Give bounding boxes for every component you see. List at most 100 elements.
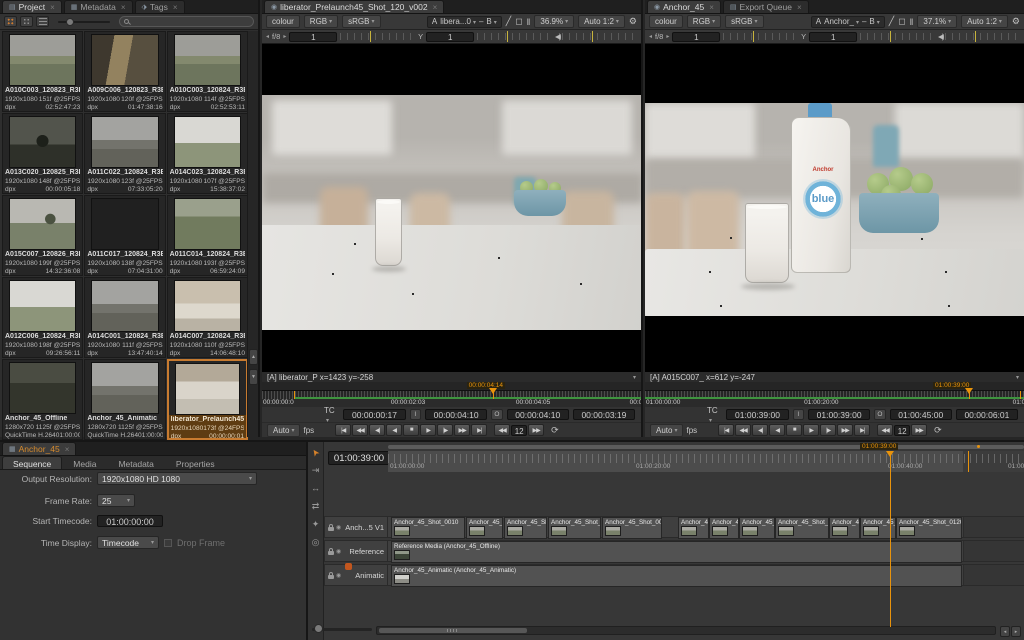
- goto-end-button[interactable]: ▶|: [854, 424, 870, 436]
- lut-select[interactable]: sRGB▾: [725, 15, 763, 28]
- channel-select[interactable]: RGB▾: [304, 15, 338, 28]
- tab-tags[interactable]: ⬗ Tags ×: [135, 0, 185, 13]
- viewer2-scrub-bar[interactable]: 01:00:39:00 01:00:00:00 01:00:20:00 01:0…: [645, 382, 1024, 407]
- razor-tool-icon[interactable]: ✦: [312, 520, 320, 529]
- lut-select[interactable]: sRGB▾: [342, 15, 380, 28]
- roi-icon[interactable]: ◻: [898, 16, 905, 27]
- volume-slider[interactable]: [562, 33, 637, 40]
- slip-tool-icon[interactable]: ↔: [311, 484, 320, 493]
- volume-slider[interactable]: [945, 33, 1020, 40]
- playhead-handle[interactable]: [489, 388, 497, 394]
- next-edit-button[interactable]: ▶▶: [454, 424, 470, 436]
- viewer1-tab[interactable]: ◉ liberator_Prelaunch45_Shot_120_v002 ×: [264, 0, 444, 13]
- play-forward-button[interactable]: ▶: [803, 424, 819, 436]
- viewer2-tab[interactable]: ◉ Anchor_45 ×: [647, 0, 721, 13]
- prev-edit-button[interactable]: ◀◀: [352, 424, 368, 436]
- close-icon[interactable]: ×: [121, 3, 126, 12]
- timeline-clip[interactable]: Anchor_45_Shot: [504, 517, 547, 539]
- in-timecode-field[interactable]: 01:00:39:00: [808, 409, 870, 420]
- proxy-select[interactable]: Auto 1:2▾: [961, 15, 1008, 28]
- timeline-clip[interactable]: Reference Media (Anchor_45_Offline): [391, 541, 962, 563]
- zoom-level-select[interactable]: 36.9%▾: [534, 15, 574, 28]
- stop-button[interactable]: ■: [403, 424, 419, 436]
- playback-mode-icon[interactable]: ⟳: [934, 425, 942, 436]
- bin-clip[interactable]: A011C014_120824_R3BR1920x1080193f @25FPS…: [167, 195, 248, 276]
- out-timecode-field[interactable]: 00:00:04:10: [507, 409, 569, 420]
- set-out-button[interactable]: O: [491, 409, 502, 420]
- track-header-reference[interactable]: ◉Reference: [324, 540, 388, 562]
- gain-input[interactable]: 1: [672, 32, 720, 42]
- skip-frames-field[interactable]: 12: [894, 425, 910, 436]
- roi-icon[interactable]: ◻: [515, 16, 522, 27]
- search-input[interactable]: [132, 17, 249, 26]
- current-timecode-field[interactable]: 01:00:39:00: [726, 409, 788, 420]
- goto-start-button[interactable]: |◀: [335, 424, 351, 436]
- thumbnail-view-button[interactable]: [4, 16, 17, 27]
- gear-icon[interactable]: ⚙: [1012, 16, 1020, 27]
- list-view-button[interactable]: [36, 16, 49, 27]
- timeline-horizontal-scrollbar[interactable]: [376, 626, 996, 635]
- track-header-anch-5-v1[interactable]: ◉Anch...5 V1: [324, 516, 388, 538]
- close-icon[interactable]: ×: [433, 3, 438, 12]
- timeline-clip[interactable]: Anchor_45_Shot_00: [548, 517, 601, 539]
- viewer2-info-bar[interactable]: [A] A015C007_ x=612 y=-247 ▾: [645, 371, 1024, 382]
- play-forward-button[interactable]: ▶: [420, 424, 436, 436]
- track-lane[interactable]: Anchor_45_Shot_0010Anchor_45_ShAnchor_45…: [388, 516, 1024, 538]
- in-timecode-field[interactable]: 00:00:04:10: [425, 409, 487, 420]
- timeline-clip[interactable]: Anchor_45_Shot_0120: [896, 517, 962, 539]
- timeline-current-timecode[interactable]: 01:00:39:00: [328, 451, 390, 465]
- tab-metadata[interactable]: ▦ Metadata ×: [64, 0, 133, 13]
- proxy-select[interactable]: Auto 1:2▾: [578, 15, 625, 28]
- out-timecode-field[interactable]: 01:00:45:00: [890, 409, 952, 420]
- gain-input[interactable]: 1: [289, 32, 337, 42]
- timeline-marker[interactable]: [968, 451, 969, 472]
- scroll-right-button[interactable]: ▸: [1011, 626, 1021, 637]
- skip-frames-field[interactable]: 12: [511, 425, 527, 436]
- a-buffer-select[interactable]: Anchor_▾: [824, 17, 859, 26]
- timeline-clip[interactable]: Anchor_45_Shot_0050: [602, 517, 662, 539]
- bin-clip[interactable]: Anchor_45_Animatic1280x7201125f @25FPSQu…: [84, 359, 165, 440]
- tab-metadata[interactable]: Metadata: [107, 456, 164, 469]
- lock-icon[interactable]: [328, 575, 334, 579]
- bin-clip[interactable]: A011C017_120824_R3BR1920x1080138f @25FPS…: [84, 195, 165, 276]
- gain-slider[interactable]: [340, 33, 415, 40]
- timeline-clip[interactable]: Anchor_45_S: [739, 517, 775, 539]
- bin-search[interactable]: [119, 16, 254, 27]
- bin-clip[interactable]: A013C020_120825_R3BR1920x1080148f @25FPS…: [2, 113, 83, 194]
- frame-rate-select[interactable]: 25▾: [97, 494, 135, 507]
- lock-icon[interactable]: [328, 551, 334, 555]
- track-enable-icon[interactable]: ◉: [336, 548, 341, 555]
- step-back-button[interactable]: ◀|: [369, 424, 385, 436]
- timeline-playhead[interactable]: [890, 451, 891, 627]
- track-lane[interactable]: Anchor_45_Animatic (Anchor_45_Animatic): [388, 564, 1024, 586]
- speaker-icon[interactable]: ◀): [938, 32, 942, 41]
- timeline-playhead-handle[interactable]: [886, 451, 894, 457]
- bin-clip[interactable]: Anchor_45_Offline1280x7201125f @25FPSQui…: [2, 359, 83, 440]
- tab-project[interactable]: ▤ Project ×: [2, 0, 62, 13]
- pause-refresh-icon[interactable]: ‖: [910, 17, 914, 27]
- bin-clip[interactable]: A010C003_120824_R3BR1920x1080114f @25FPS…: [167, 31, 248, 112]
- a-buffer-select[interactable]: libera...0▾: [440, 17, 476, 26]
- viewer1-info-bar[interactable]: [A] liberator_P x=1423 y=-258 ▾: [262, 371, 641, 382]
- output-resolution-select[interactable]: 1920x1080 HD 1080▾: [97, 472, 257, 485]
- playhead-handle[interactable]: [965, 388, 973, 394]
- scroll-left-button[interactable]: ◂: [1000, 626, 1010, 637]
- goto-end-button[interactable]: ▶|: [471, 424, 487, 436]
- thumbnail-size-slider[interactable]: [58, 21, 110, 23]
- tab-media[interactable]: Media: [62, 456, 107, 469]
- select-track-tool-icon[interactable]: ⇥: [312, 466, 320, 475]
- prev-edit-button[interactable]: ◀◀: [735, 424, 751, 436]
- skip-forward-button[interactable]: ▶▶: [528, 424, 544, 436]
- track-enable-icon[interactable]: ◉: [336, 524, 341, 531]
- scrub-strip[interactable]: [262, 390, 641, 399]
- wipe-tool-icon[interactable]: ╱: [889, 16, 894, 27]
- viewer2-canvas[interactable]: blue Anchor: [645, 44, 1024, 371]
- track-header-animatic[interactable]: ◉Animatic: [324, 564, 388, 586]
- gamma-input[interactable]: 1: [426, 32, 474, 42]
- timeline-clip[interactable]: Anchor_45_: [829, 517, 860, 539]
- close-icon[interactable]: ×: [50, 3, 55, 12]
- set-out-button[interactable]: O: [874, 409, 885, 420]
- timeline-clip[interactable]: Anchor_45: [709, 517, 739, 539]
- timeline-clip[interactable]: Anchor_45_Sh: [466, 517, 503, 539]
- export-queue-tab[interactable]: ▤ Export Queue ×: [723, 0, 809, 13]
